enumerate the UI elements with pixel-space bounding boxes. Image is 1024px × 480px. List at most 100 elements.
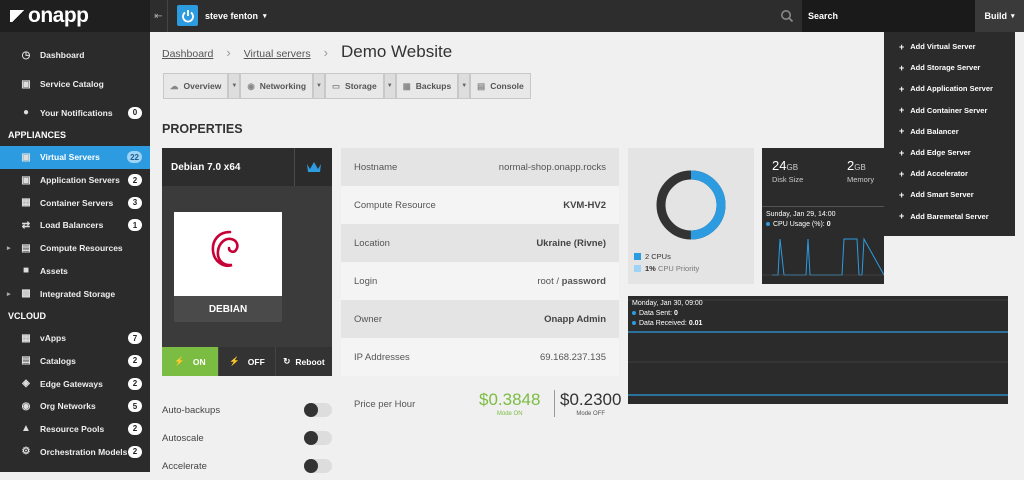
tab-storage[interactable]: ▭ Storage bbox=[325, 73, 384, 99]
sidebar-item-container-servers[interactable]: ▦ Container Servers 3 bbox=[0, 191, 150, 214]
sidebar-item-integrated-storage[interactable]: ▩ Integrated Storage bbox=[0, 282, 150, 305]
menu-add-container-server[interactable]: Add Container Server bbox=[884, 100, 1015, 121]
breadcrumb-separator-icon: › bbox=[323, 45, 328, 60]
catalog-icon: ▣ bbox=[21, 78, 31, 90]
menu-add-application-server[interactable]: Add Application Server bbox=[884, 78, 1015, 99]
sidebar-item-load-balancers[interactable]: ⇄ Load Balancers 1 bbox=[0, 214, 150, 237]
toggle-list: Auto-backups Autoscale Accelerate bbox=[162, 396, 332, 480]
sidebar-item-org-networks[interactable]: ◉ Org Networks 5 bbox=[0, 395, 150, 418]
info-value: Ukraine (Rivne) bbox=[536, 237, 606, 249]
tab-backups-dropdown[interactable]: ▼ bbox=[458, 73, 471, 99]
balancer-icon: ⇄ bbox=[21, 219, 31, 231]
reboot-button[interactable]: ↻ Reboot bbox=[275, 347, 332, 376]
cpu-usage-graph: Sunday, Jan 29, 14:00 CPU Usage (%): 0 bbox=[762, 206, 885, 284]
menu-add-virtual-server[interactable]: Add Virtual Server bbox=[884, 36, 1015, 57]
sidebar-item-compute-resources[interactable]: ▤ Compute Resources bbox=[0, 237, 150, 260]
tab-storage-dropdown[interactable]: ▼ bbox=[383, 73, 396, 99]
price-off-value: $0.2300 bbox=[560, 390, 622, 409]
tab-overview[interactable]: ☁ Overview bbox=[163, 73, 229, 99]
sidebar-item-vapps[interactable]: ▦ vApps 7 bbox=[0, 327, 150, 350]
info-row: IP Addresses 69.168.237.135 bbox=[341, 338, 619, 376]
network-icon: ◉ bbox=[21, 400, 31, 412]
info-label: IP Addresses bbox=[354, 351, 410, 363]
breadcrumb-separator-icon: › bbox=[226, 45, 231, 60]
auto-backups-toggle[interactable] bbox=[304, 403, 332, 417]
server-icon: ▣ bbox=[21, 151, 31, 163]
page-title: Demo Website bbox=[340, 42, 453, 61]
price-on-value: $0.3848 bbox=[479, 390, 541, 409]
price-mode-on: $0.3848 Mode ON bbox=[479, 390, 540, 417]
onapp-logo[interactable]: onapp bbox=[0, 0, 150, 32]
sidebar-item-virtual-servers[interactable]: ▣ Virtual Servers 22 bbox=[0, 146, 150, 169]
storage-icon: ▩ bbox=[21, 288, 31, 300]
build-label: Build bbox=[984, 11, 1007, 21]
sidebar-item-resource-pools[interactable]: ▲ Resource Pools 2 bbox=[0, 418, 150, 441]
toggle-label: Accelerate bbox=[162, 460, 207, 472]
disk-unit: GB bbox=[786, 163, 799, 172]
vm-name: Debian 7.0 x64 bbox=[171, 161, 241, 173]
sidebar-item-notifications[interactable]: ● Your Notifications 0 bbox=[0, 101, 150, 124]
legend-cpus: 2 CPUs bbox=[634, 252, 699, 261]
tab-networking[interactable]: ◉ Networking bbox=[240, 73, 314, 99]
login-password[interactable]: password bbox=[562, 276, 606, 287]
tab-label: Networking bbox=[259, 81, 307, 91]
breadcrumb-virtual-servers[interactable]: Virtual servers bbox=[244, 48, 311, 60]
chevron-down-icon: ▾ bbox=[263, 12, 267, 20]
toggle-label: Autoscale bbox=[162, 432, 204, 444]
menu-add-baremetal-server[interactable]: Add Baremetal Server bbox=[884, 206, 1015, 227]
graph-tooltip: Monday, Jan 30, 09:00 Data Sent: 0 Data … bbox=[632, 299, 703, 329]
tab-backups[interactable]: ▦ Backups bbox=[395, 73, 459, 99]
info-label: Owner bbox=[354, 313, 382, 325]
power-on-button[interactable]: ⚡ ON bbox=[162, 347, 218, 376]
disk-label: Disk Size bbox=[772, 175, 804, 184]
sidebar-item-edge-gateways[interactable]: ◈ Edge Gateways 2 bbox=[0, 372, 150, 395]
search-input[interactable]: Search bbox=[802, 0, 975, 32]
menu-add-storage-server[interactable]: Add Storage Server bbox=[884, 57, 1015, 78]
info-row: Owner Onapp Admin bbox=[341, 300, 619, 338]
price-per-hour: Price per Hour $0.3848 Mode ON $0.2300 Mod… bbox=[341, 384, 622, 424]
user-menu[interactable]: steve fenton ▾ bbox=[177, 5, 267, 26]
search-icon[interactable] bbox=[780, 9, 794, 23]
breadcrumb: Dashboard › Virtual servers › Demo Websi… bbox=[162, 42, 452, 62]
refresh-icon: ↻ bbox=[283, 356, 291, 366]
tab-overview-dropdown[interactable]: ▼ bbox=[228, 73, 241, 99]
sidebar-item-catalogs[interactable]: ▤ Catalogs 2 bbox=[0, 350, 150, 373]
priority-text: CPU Priority bbox=[657, 264, 700, 273]
chevron-down-icon: ▾ bbox=[1010, 13, 1015, 20]
autoscale-toggle[interactable] bbox=[304, 431, 332, 445]
sidebar: onapp ◷ Dashboard ▣ Service Catalog ● Your … bbox=[0, 0, 150, 472]
tab-console[interactable]: ▤ Console bbox=[470, 73, 531, 99]
priority-pct: 1% bbox=[645, 264, 656, 273]
sidebar-item-assets[interactable]: ■ Assets bbox=[0, 260, 150, 283]
vm-card: Debian 7.0 x64 DEBIAN ⚡ ON ⚡ OFF ↻ Reboot bbox=[162, 148, 332, 376]
sidebar-item-label: Compute Resources bbox=[40, 243, 123, 254]
login-user: root bbox=[537, 275, 554, 287]
accelerate-toggle[interactable] bbox=[304, 459, 332, 473]
menu-add-smart-server[interactable]: Add Smart Server bbox=[884, 184, 1015, 205]
mem-label: Memory bbox=[847, 175, 875, 184]
menu-add-accelerator[interactable]: Add Accelerator bbox=[884, 163, 1015, 184]
collapse-sidebar-icon[interactable]: ⇤ bbox=[150, 0, 168, 32]
sidebar-item-service-catalog[interactable]: ▣ Service Catalog bbox=[0, 73, 150, 96]
graph-series-label: CPU Usage (%): bbox=[773, 221, 825, 228]
count-badge: 2 bbox=[128, 354, 142, 367]
gateway-icon: ◈ bbox=[22, 378, 30, 390]
breadcrumb-dashboard[interactable]: Dashboard bbox=[162, 48, 213, 60]
power-off-button[interactable]: ⚡ OFF bbox=[218, 347, 275, 376]
sidebar-item-orchestration-models[interactable]: ⚙ Orchestration Models 2 bbox=[0, 440, 150, 463]
reboot-label: Reboot bbox=[295, 356, 325, 367]
sidebar-item-dashboard[interactable]: ◷ Dashboard bbox=[0, 44, 150, 67]
menu-add-balancer[interactable]: Add Balancer bbox=[884, 121, 1015, 142]
tab-label: Overview bbox=[183, 81, 222, 91]
crown-icon[interactable] bbox=[294, 148, 332, 186]
tab-networking-dropdown[interactable]: ▼ bbox=[313, 73, 326, 99]
sidebar-item-label: Load Balancers bbox=[40, 220, 104, 231]
pool-icon: ▲ bbox=[21, 423, 31, 435]
catalogs-icon: ▤ bbox=[21, 355, 31, 367]
graph-series-value: 0 bbox=[826, 221, 831, 228]
count-badge: 22 bbox=[127, 151, 142, 164]
menu-add-edge-server[interactable]: Add Edge Server bbox=[884, 142, 1015, 163]
count-badge: 2 bbox=[128, 377, 142, 390]
build-button[interactable]: Build ▾ bbox=[975, 0, 1024, 32]
sidebar-item-application-servers[interactable]: ▣ Application Servers 2 bbox=[0, 169, 150, 192]
